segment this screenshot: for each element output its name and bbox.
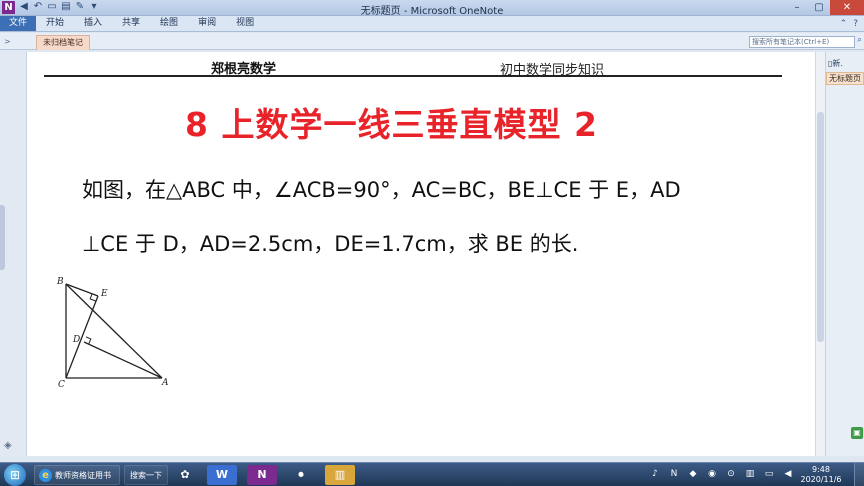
tab-home[interactable]: 开始 (36, 16, 74, 31)
taskbar-tool-icon[interactable]: ✿ (170, 465, 200, 485)
clock-date: 2020/11/6 (800, 475, 842, 484)
label-a: A (161, 378, 169, 388)
ie-icon: e (39, 469, 52, 482)
problem-text-line-1: 如图，在△ABC 中，∠ACB=90°，AC=BC，BE⊥CE 于 E，AD (82, 178, 681, 202)
taskbar-ie-button[interactable]: e 教师资格证用书 (34, 465, 120, 485)
taskbar-onenote-icon[interactable]: N (247, 465, 277, 485)
show-desktop-button[interactable] (854, 463, 864, 486)
taskbar-record-icon[interactable]: ⏺ (286, 465, 316, 485)
new-page-button[interactable]: ▯新. (828, 58, 862, 70)
taskbar: ⊞ e 教师资格证用书 搜索一下 ✿ W N ⏺ ▥ ♪ N ◆ ◉ ⊙ ▥ ▭… (0, 462, 864, 486)
tab-review[interactable]: 审阅 (188, 16, 226, 31)
header-divider (44, 75, 782, 77)
tray-battery-icon[interactable]: ▭ (763, 467, 775, 481)
dock-side-icon[interactable]: ▣ (851, 427, 863, 439)
geometry-figure: B E D C A (56, 277, 169, 390)
file-tab[interactable]: 文件 (0, 16, 36, 31)
left-pane-handle[interactable] (0, 205, 5, 270)
tab-share[interactable]: 共享 (112, 16, 150, 31)
ribbon-right-controls: ⌃ ? (840, 19, 864, 29)
segment-ce (65, 295, 99, 379)
tab-draw[interactable]: 绘图 (150, 16, 188, 31)
taskbar-wps-icon[interactable]: W (207, 465, 237, 485)
search-icon[interactable]: ⌕ (857, 35, 862, 45)
window-controls: – ▢ ✕ (786, 0, 864, 16)
notebook-pane-icon[interactable]: ◈ (4, 440, 20, 454)
search-input[interactable]: 搜索所有笔记本(Ctrl+E) (749, 36, 855, 48)
label-b: B (56, 277, 64, 287)
window-title: 无标题页 - Microsoft OneNote (360, 6, 504, 17)
section-tab-unfiled[interactable]: 未归档笔记 (36, 35, 90, 50)
new-page-label: 新. (832, 59, 843, 68)
tab-insert[interactable]: 插入 (74, 16, 112, 31)
start-button[interactable]: ⊞ (4, 464, 26, 486)
segment-ad (83, 341, 163, 379)
taskbar-search-button[interactable]: 搜索一下 (124, 465, 168, 485)
label-d: D (72, 335, 80, 345)
taskbar-ie-label: 教师资格证用书 (55, 471, 111, 480)
title-bar: N ◀ ↶ ▭ ▤ ✎ ▾ 无标题页 - Microsoft OneNote –… (0, 0, 864, 17)
close-button[interactable]: ✕ (830, 0, 864, 15)
tray-chat-icon[interactable]: ◉ (706, 467, 718, 481)
tray-record-icon[interactable]: ⊙ (725, 467, 737, 481)
ribbon-tabs: 文件 开始 插入 共享 绘图 审阅 视图 ⌃ ? (0, 16, 864, 32)
segment-be (65, 283, 99, 297)
page-title: 8 上数学一线三垂直模型 2 (185, 105, 598, 144)
segment-ba (65, 283, 163, 379)
notebook-bar: > 未归档笔记 搜索所有笔记本(Ctrl+E) ⌕ (0, 33, 864, 50)
scrollbar-thumb[interactable] (817, 112, 824, 342)
problem-text-line-2: ⊥CE 于 D，AD=2.5cm，DE=1.7cm，求 BE 的长. (82, 232, 579, 256)
tray-bell-icon[interactable]: ♪ (649, 467, 661, 481)
system-tray: ♪ N ◆ ◉ ⊙ ▥ ▭ ◀ (649, 467, 794, 481)
minimize-button[interactable]: – (786, 0, 808, 15)
maximize-button[interactable]: ▢ (808, 0, 830, 15)
page-scrollbar[interactable] (815, 52, 825, 456)
label-e: E (100, 289, 108, 299)
tray-app-icon[interactable]: ◆ (687, 467, 699, 481)
tray-network-icon[interactable]: ▥ (744, 467, 756, 481)
ribbon-collapse-icon[interactable]: ⌃ (840, 19, 848, 29)
tab-view[interactable]: 视图 (226, 16, 264, 31)
taskbar-folder-icon[interactable]: ▥ (325, 465, 355, 485)
clock-time: 9:48 (812, 465, 830, 474)
page-list-item[interactable]: 无标题页 (826, 72, 864, 85)
expand-navigation-icon[interactable]: > (4, 37, 14, 47)
help-icon[interactable]: ? (853, 19, 858, 29)
tray-onenote-icon[interactable]: N (668, 467, 680, 481)
page-list-panel (825, 52, 864, 456)
taskbar-clock[interactable]: 9:48 2020/11/6 (796, 465, 846, 485)
label-c: C (58, 380, 65, 390)
tray-volume-icon[interactable]: ◀ (782, 467, 794, 481)
